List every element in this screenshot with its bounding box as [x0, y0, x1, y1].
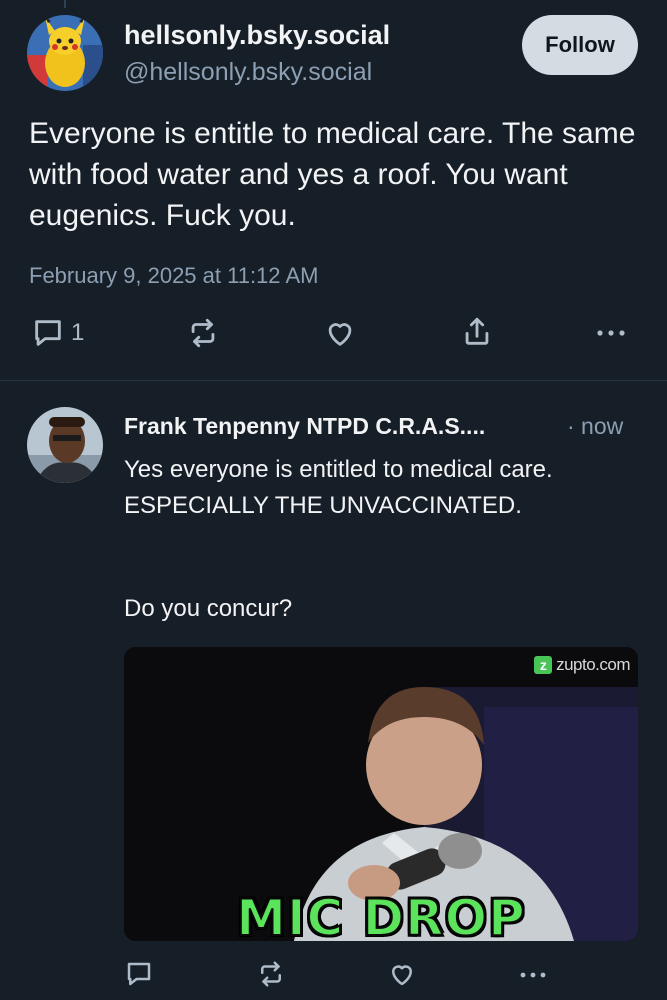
reply-time: · now: [567, 413, 624, 439]
reply-more-options-button[interactable]: [517, 961, 549, 989]
share-button[interactable]: [460, 315, 494, 349]
zupto-logo-icon: z: [534, 656, 553, 674]
reply-text: Yes everyone is entitled to medical care…: [124, 456, 553, 519]
reply-author-avatar[interactable]: [27, 407, 103, 483]
like-button[interactable]: [323, 316, 357, 350]
gif-embed[interactable]: z zupto.com MIC DROP: [124, 647, 638, 941]
reply-count: 1: [71, 319, 85, 346]
repost-icon: [256, 959, 286, 989]
repost-button[interactable]: [186, 316, 220, 350]
reply-author-name[interactable]: Frank Tenpenny NTPD C.R.A.S....: [124, 413, 485, 440]
follow-button[interactable]: Follow: [522, 15, 638, 75]
gif-watermark: z zupto.com: [534, 655, 630, 675]
like-icon: [323, 316, 357, 350]
thread-line: [64, 0, 66, 8]
more-icon: [594, 318, 628, 348]
reply-like-button[interactable]: [387, 959, 417, 989]
author-handle[interactable]: @hellsonly.bsky.social: [124, 58, 372, 87]
post-text: Everyone is entitle to medical care. The…: [29, 117, 636, 232]
repost-icon: [186, 316, 220, 350]
post-divider: [0, 380, 667, 381]
more-options-button[interactable]: [594, 318, 628, 348]
post-timestamp: February 9, 2025 at 11:12 AM: [29, 263, 319, 288]
gif-caption: MIC DROP: [235, 888, 526, 941]
share-icon: [460, 315, 494, 349]
author-avatar[interactable]: [27, 15, 103, 91]
reply-repost-button[interactable]: [256, 959, 286, 989]
like-icon: [387, 959, 417, 989]
author-name[interactable]: hellsonly.bsky.social: [124, 20, 390, 51]
more-icon: [517, 961, 549, 989]
reply-reply-button[interactable]: [124, 959, 154, 989]
reply-button[interactable]: 1: [31, 316, 84, 350]
reply-icon: [31, 316, 65, 350]
gif-watermark-text: zupto.com: [556, 655, 630, 674]
reply-question: Do you concur?: [124, 595, 293, 622]
reply-icon: [124, 959, 154, 989]
